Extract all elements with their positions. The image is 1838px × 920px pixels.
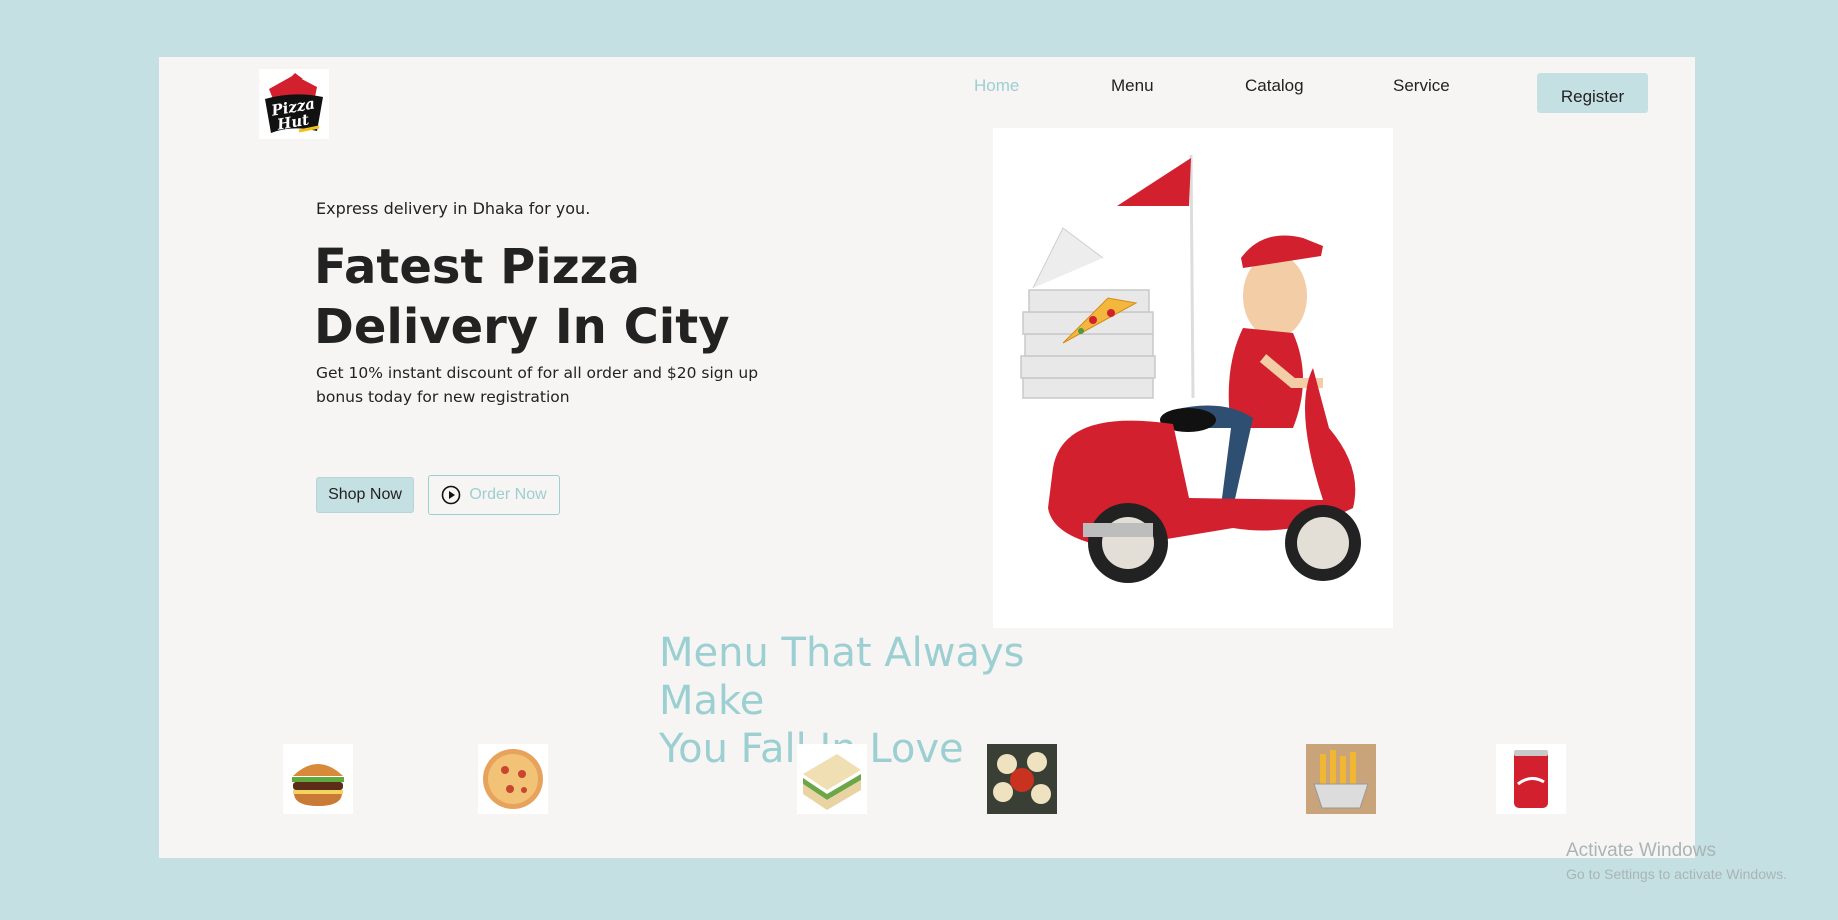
nav-catalog-link[interactable]: Catalog <box>1245 76 1304 96</box>
hero-tagline: Express delivery in Dhaka for you. <box>316 199 591 218</box>
delivery-scooter-illustration <box>993 128 1393 628</box>
cola-can-image[interactable] <box>1496 744 1566 814</box>
nav-home-link[interactable]: Home <box>974 76 1019 96</box>
watermark-subtitle: Go to Settings to activate Windows. <box>1566 866 1787 882</box>
pizza-hut-logo[interactable]: Pizza Hut <box>259 69 329 139</box>
watermark-title: Activate Windows <box>1566 840 1716 861</box>
nav-service-link[interactable]: Service <box>1393 76 1450 96</box>
pizza-image[interactable] <box>478 744 548 814</box>
order-now-label: Order Now <box>469 486 547 503</box>
sandwich-image[interactable] <box>797 744 867 814</box>
hero-headline: Fatest Pizza Delivery In City <box>314 237 874 357</box>
play-circle-icon <box>442 485 461 505</box>
burger-image[interactable] <box>283 744 353 814</box>
headline-line-1: Fatest Pizza <box>314 239 640 295</box>
shop-now-button[interactable]: Shop Now <box>316 477 414 513</box>
order-now-button[interactable]: Order Now <box>428 475 560 515</box>
landing-page: Pizza Hut Home Menu Catalog Service Regi… <box>159 57 1695 858</box>
headline-line-2: Delivery In City <box>314 299 730 355</box>
momo-image[interactable] <box>987 744 1057 814</box>
menu-title-line-1: Menu That Always Make <box>659 630 1025 724</box>
promo-text: Get 10% instant discount of for all orde… <box>316 364 759 406</box>
fries-image[interactable] <box>1306 744 1376 814</box>
nav-menu-link[interactable]: Menu <box>1111 76 1154 96</box>
windows-activation-watermark: Activate Windows Go to Settings to activ… <box>1566 840 1787 882</box>
register-button[interactable]: Register <box>1537 73 1648 113</box>
menu-section-title: Menu That Always Make You Fall In Love <box>659 629 1139 773</box>
